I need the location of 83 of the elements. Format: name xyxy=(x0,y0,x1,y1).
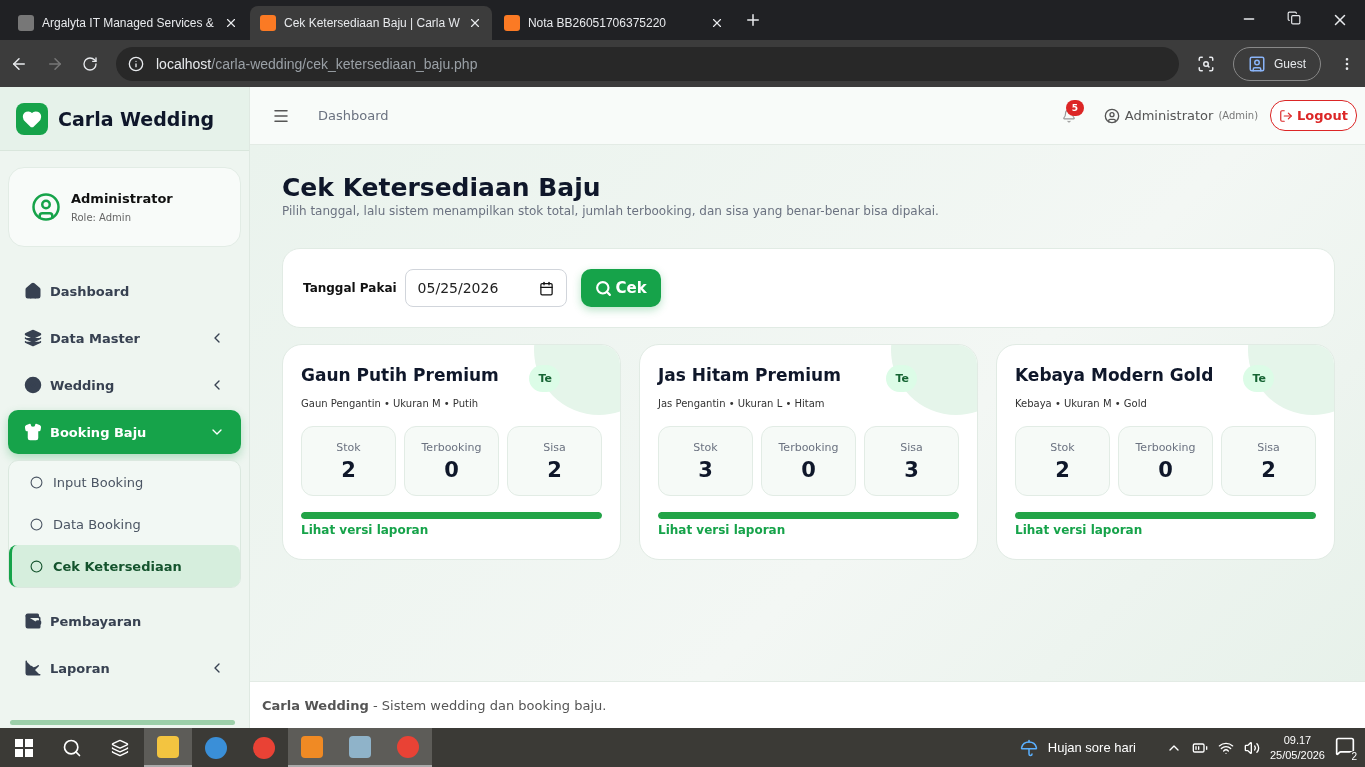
heart-logo-icon xyxy=(16,102,48,135)
stat-label: Terbooking xyxy=(1135,440,1196,454)
taskbar-app-icon[interactable] xyxy=(144,728,192,767)
notification-badge: 5 xyxy=(1065,99,1085,116)
product-name: Gaun Putih Premium xyxy=(301,365,499,385)
circle-icon xyxy=(30,475,43,489)
layers-icon xyxy=(24,329,42,347)
lens-icon[interactable] xyxy=(1197,54,1215,73)
favicon-icon xyxy=(260,15,276,31)
stat-value: 2 xyxy=(1055,457,1070,482)
profile-icon xyxy=(1248,54,1266,73)
user-icon xyxy=(1103,107,1120,124)
nav-item[interactable]: Laporan xyxy=(8,646,241,690)
weather-text: Hujan sore hari xyxy=(1047,740,1136,755)
submenu-item[interactable]: Data Booking xyxy=(9,503,240,545)
logout-button[interactable]: Logout xyxy=(1270,100,1357,131)
nav-item[interactable]: Dashboard xyxy=(8,269,241,313)
date-label: Tanggal Pakai xyxy=(303,281,397,295)
product-name: Kebaya Modern Gold xyxy=(1015,365,1214,385)
shirt-icon xyxy=(24,423,42,441)
reload-icon[interactable] xyxy=(82,55,98,72)
footer-text: Carla Wedding - Sistem wedding dan booking baju. xyxy=(262,697,607,713)
info-icon xyxy=(128,55,144,72)
status-badge: Te xyxy=(529,365,560,392)
browser-tab[interactable]: Nota BB26051706375220 xyxy=(493,6,734,40)
circle-icon xyxy=(30,517,43,531)
user-avatar-icon xyxy=(31,192,61,222)
weather-icon xyxy=(1019,738,1038,757)
close-icon[interactable] xyxy=(224,16,238,30)
stat-value: 3 xyxy=(698,457,713,482)
wallet-icon xyxy=(24,612,42,630)
stat-label: Stok xyxy=(336,440,361,454)
user-menu[interactable]: Administrator (Admin) xyxy=(1103,107,1259,124)
page-title: Cek Ketersediaan Baju xyxy=(282,173,602,202)
stat-label: Sisa xyxy=(543,440,566,454)
scrollbar[interactable] xyxy=(10,720,235,725)
search-icon xyxy=(594,279,612,297)
stat-value: 0 xyxy=(801,457,816,482)
user-name: Administrator xyxy=(71,191,173,206)
clock[interactable]: 09.17 25/05/2026 xyxy=(1269,732,1325,763)
submenu-item[interactable]: Input Booking xyxy=(9,461,240,503)
calendar-icon[interactable] xyxy=(538,280,554,296)
restore-icon[interactable] xyxy=(1287,11,1301,25)
stat-label: Terbooking xyxy=(421,440,482,454)
home-icon xyxy=(24,282,42,300)
browser-tab[interactable]: Cek Ketersediaan Baju | Carla W xyxy=(250,6,492,40)
stat-value: 2 xyxy=(341,457,356,482)
stat-value: 0 xyxy=(1158,457,1173,482)
product-name: Jas Hitam Premium xyxy=(658,365,841,385)
breadcrumb[interactable]: Dashboard xyxy=(318,108,389,123)
date-field[interactable]: 05/25/2026 xyxy=(404,269,567,307)
nav-item[interactable]: Pembayaran xyxy=(8,599,241,643)
favicon-icon xyxy=(18,15,34,31)
taskbar-app-icon[interactable] xyxy=(288,728,336,767)
stat-value: 0 xyxy=(444,457,459,482)
stat-label: Sisa xyxy=(1257,440,1280,454)
product-meta: Jas Pengantin • Ukuran L • Hitam xyxy=(658,398,826,409)
favicon-icon xyxy=(503,15,520,31)
stat-label: Sisa xyxy=(900,440,923,454)
stat-label: Stok xyxy=(693,440,718,454)
stat-label: Terbooking xyxy=(778,440,839,454)
volume-icon[interactable] xyxy=(1243,739,1260,756)
nav-item[interactable]: Data Master xyxy=(8,316,241,360)
submenu-item[interactable]: Cek Ketersediaan xyxy=(9,545,240,587)
nav-item[interactable]: Wedding xyxy=(8,363,241,407)
circle-icon xyxy=(30,559,43,573)
address-bar[interactable]: localhost/carla-wedding/cek_ketersediaan_baju.php xyxy=(116,46,1179,81)
stat-value: 2 xyxy=(547,457,562,482)
status-badge: Te xyxy=(886,365,917,392)
brand-name: Carla Wedding xyxy=(58,107,215,130)
page-subtitle: Pilih tanggal, lalu sistem menampilkan stok total, jumlah terbooking, dan sisa yang benar-benar bisa dipakai. xyxy=(282,204,940,218)
stat-label: Stok xyxy=(1050,440,1075,454)
notification-center-icon[interactable]: 2 xyxy=(1335,736,1355,759)
product-meta: Kebaya • Ukuran M • Gold xyxy=(1015,398,1148,409)
product-meta: Gaun Pengantin • Ukuran M • Putih xyxy=(301,398,479,409)
logout-icon xyxy=(1279,108,1294,123)
taskbar-app-icon[interactable] xyxy=(384,728,432,767)
windows-logo-icon xyxy=(15,738,33,757)
status-badge: Te xyxy=(1243,365,1274,392)
stat-value: 3 xyxy=(904,457,919,482)
user-role: Role: Admin xyxy=(71,212,132,223)
stat-value: 2 xyxy=(1261,457,1276,482)
browser-tab[interactable]: Argalyta IT Managed Services & xyxy=(8,6,248,40)
